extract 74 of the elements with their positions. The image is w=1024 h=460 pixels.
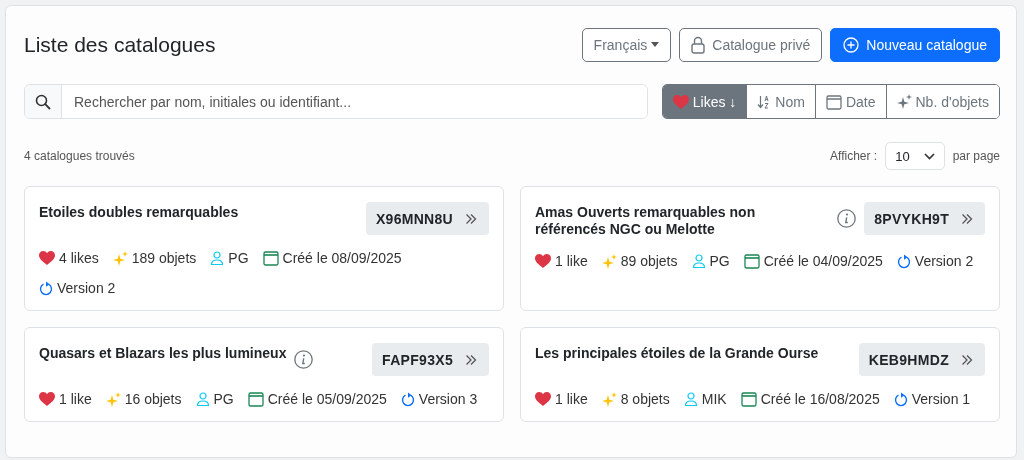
info-icon[interactable] (837, 209, 857, 228)
heart-icon (535, 254, 551, 268)
calendar-icon (247, 391, 264, 407)
person-icon (683, 392, 698, 406)
objects-count: 8 objets (620, 391, 670, 407)
person-icon (210, 251, 225, 265)
catalog-title: Les principales étoiles de la Grande Ourse (535, 345, 819, 362)
heart-icon (39, 392, 55, 406)
sort-tab[interactable]: Nb. d'objets (885, 85, 999, 118)
author-name: PG (709, 253, 730, 269)
creation-date: Créé le 04/09/2025 (763, 253, 883, 269)
double-chevron-icon (465, 353, 477, 366)
author-name: PG (213, 391, 234, 407)
heart-icon (535, 392, 551, 406)
sort-icon (757, 94, 772, 109)
calendar-icon (743, 253, 760, 269)
person-icon (691, 254, 706, 268)
info-icon[interactable] (294, 350, 314, 369)
refresh-icon (896, 253, 911, 269)
author-name: MIK (701, 391, 727, 407)
double-chevron-icon (465, 212, 477, 225)
results-count: 4 catalogues trouvés (24, 149, 135, 163)
calendar-icon (262, 250, 279, 266)
version-label: Version 1 (911, 391, 971, 407)
refresh-icon (400, 391, 415, 407)
catalog-code-button[interactable]: 8PVYKH9T (864, 202, 985, 235)
likes-count: 1 like (555, 253, 588, 269)
search-icon (35, 93, 51, 110)
calendar-icon (825, 93, 842, 110)
refresh-icon (39, 280, 53, 296)
likes-count: 1 like (59, 391, 92, 407)
catalog-code-button[interactable]: FAPF93X5 (372, 343, 489, 376)
heart-icon (672, 94, 689, 109)
double-chevron-icon (961, 212, 973, 225)
caret-icon (651, 42, 660, 47)
sparkles-icon (601, 253, 617, 269)
sparkles-icon (112, 250, 128, 266)
sparkles-icon (896, 94, 912, 109)
author-name: PG (228, 250, 249, 266)
creation-date: Créé le 08/09/2025 (282, 250, 402, 266)
plus-circle-icon (843, 36, 860, 53)
objects-count: 189 objets (131, 250, 197, 266)
likes-count: 1 like (555, 391, 588, 407)
language-dropdown[interactable]: Français (581, 27, 672, 62)
objects-count: 89 objets (620, 253, 678, 269)
heart-icon (39, 251, 55, 265)
catalog-code-button[interactable]: X96MNN8U (365, 202, 489, 235)
private-catalog-button[interactable]: Catalogue privé (679, 27, 823, 62)
person-icon (195, 392, 210, 406)
catalog-title: Amas Ouverts remarquables non référencés NGC ou Melotte (535, 204, 757, 238)
version-label: Version 2 (914, 253, 974, 269)
creation-date: Créé le 05/09/2025 (267, 391, 387, 407)
catalog-code-button[interactable]: KEB9HMDZ (858, 343, 985, 376)
sparkles-icon (105, 391, 121, 407)
likes-count: 4 likes (59, 250, 99, 266)
page-size-label: Afficher : (830, 149, 878, 163)
search-field[interactable]: Rechercher par nom, initiales ou identifiant... (24, 84, 648, 119)
sparkles-icon (601, 391, 617, 407)
refresh-icon (893, 391, 908, 407)
creation-date: Créé le 16/08/2025 (760, 391, 880, 407)
catalog-title: Quasars et Blazars les plus lumineux (39, 345, 287, 362)
page-title: Liste des catalogues (24, 32, 216, 57)
version-label: Version 3 (418, 391, 478, 407)
chevron-down-icon (923, 152, 935, 160)
sort-tab[interactable]: Likes ↓ (662, 85, 747, 118)
lock-icon (691, 35, 706, 54)
page-size-suffix: par page (952, 149, 1000, 163)
double-chevron-icon (961, 353, 973, 366)
page-size-select[interactable]: 10 (885, 142, 945, 170)
calendar-icon (740, 391, 757, 407)
new-catalog-button[interactable]: Nouveau catalogue (830, 27, 1000, 62)
catalog-title: Etoiles doubles remarquables (39, 204, 239, 221)
objects-count: 16 objets (124, 391, 182, 407)
version-label: Version 2 (57, 280, 116, 296)
